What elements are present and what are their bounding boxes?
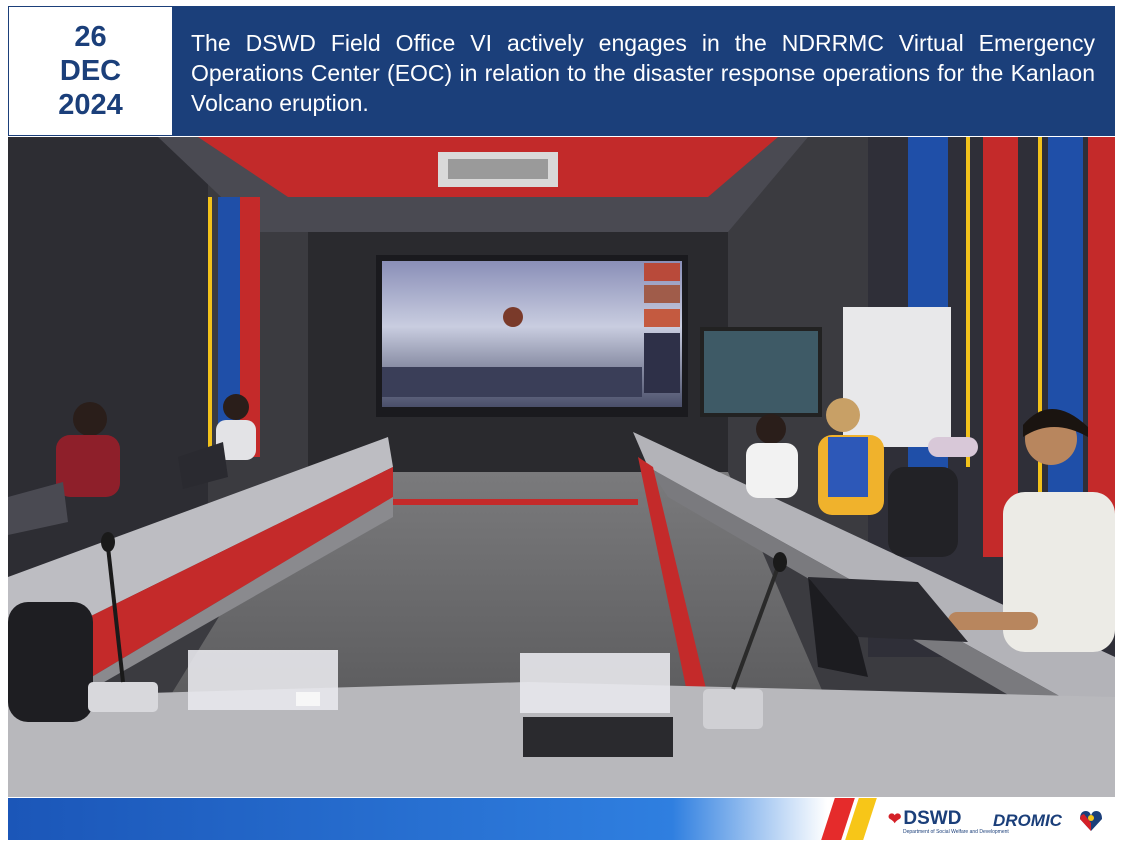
event-photo: [8, 137, 1115, 797]
dromic-logo: DROMIC: [993, 811, 1062, 830]
date-year: 2024: [58, 89, 123, 121]
date-day: 26: [74, 21, 107, 53]
headline-text: The DSWD Field Office VI actively engage…: [191, 30, 1095, 116]
dswd-logo-text: DSWD: [903, 808, 962, 829]
bagong-pilipinas-logo-icon: [1078, 809, 1104, 833]
dswd-heart-icon: ❤: [888, 811, 902, 828]
date-month: DEC: [59, 55, 122, 87]
headline-banner: The DSWD Field Office VI actively engage…: [173, 6, 1115, 136]
date-box: 26 DEC 2024: [8, 6, 173, 136]
dswd-logo: ❤ DSWD: [888, 808, 961, 830]
